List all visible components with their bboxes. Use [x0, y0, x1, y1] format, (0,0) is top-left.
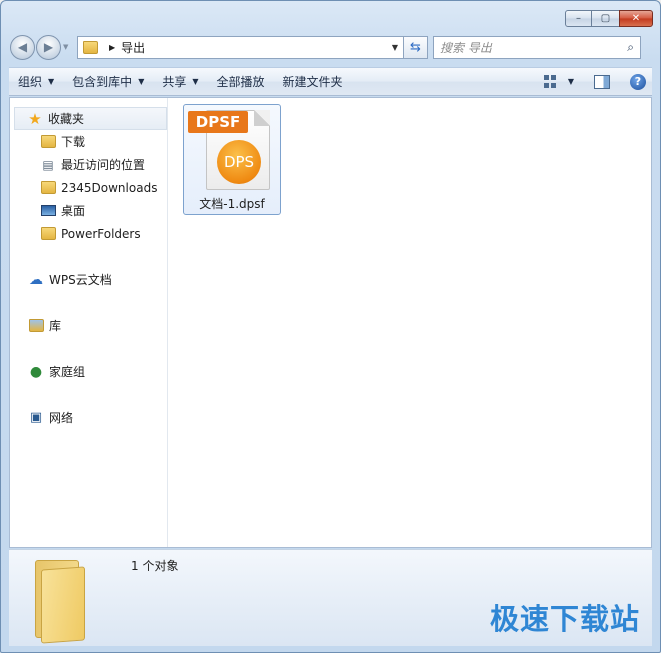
- sidebar-item-label: 2345Downloads: [61, 180, 158, 195]
- homegroup-icon: ●: [29, 363, 43, 380]
- item-count: 1 个对象: [131, 559, 179, 573]
- library-icon: [28, 318, 44, 334]
- help-icon[interactable]: ?: [630, 73, 646, 90]
- breadcrumb-current[interactable]: 导出: [121, 39, 145, 56]
- organize-label: 组织: [18, 75, 43, 89]
- minimize-button[interactable]: –: [565, 10, 592, 27]
- search-placeholder: 搜索 导出: [440, 40, 492, 55]
- sidebar-item-label: 网络: [49, 411, 74, 425]
- folder-icon: [40, 180, 56, 196]
- site-watermark: 极速下载站: [489, 602, 640, 636]
- dpsf-badge: DPSF: [188, 111, 248, 133]
- share-menu[interactable]: 共享 ▼: [153, 70, 207, 94]
- sidebar-item-label: 库: [49, 319, 62, 333]
- include-in-library-menu[interactable]: 包含到库中 ▼: [63, 70, 153, 94]
- view-options-dropdown[interactable]: ▼: [568, 77, 574, 86]
- chevron-down-icon: ▼: [48, 77, 55, 86]
- file-name[interactable]: 文档-1.dpsf: [184, 195, 280, 212]
- address-dropdown-icon[interactable]: ▼: [387, 43, 403, 52]
- maximize-button[interactable]: ▢: [592, 10, 619, 27]
- sidebar-item-favorites[interactable]: ★ 收藏夹: [14, 107, 167, 130]
- file-list[interactable]: DPSF DPS 文档-1.dpsf: [168, 98, 651, 547]
- sidebar-item-powerfolders[interactable]: PowerFolders: [10, 222, 167, 245]
- sidebar-item-wps-cloud[interactable]: ☁ WPS云文档: [10, 268, 167, 291]
- sidebar-item-libraries[interactable]: 库: [10, 314, 167, 337]
- caption-buttons: – ▢ ✕: [565, 10, 653, 27]
- explorer-window: – ▢ ✕ ◀ ▶ ▼ ▶ 导出 ▼ ⇆ 搜索 导出 ⌕ 组织 ▼ 包含到库中 ▼ …: [0, 0, 661, 653]
- share-label: 共享: [162, 75, 187, 89]
- chevron-down-icon: ▼: [192, 77, 199, 86]
- recent-pages-dropdown[interactable]: ▼: [63, 43, 73, 51]
- organize-menu[interactable]: 组织 ▼: [9, 70, 63, 94]
- file-item[interactable]: DPSF DPS 文档-1.dpsf: [183, 104, 281, 215]
- sidebar-item-2345downloads[interactable]: 2345Downloads: [10, 176, 167, 199]
- sidebar-item-desktop[interactable]: 桌面: [10, 199, 167, 222]
- navigation-bar: ◀ ▶ ▼ ▶ 导出 ▼ ⇆ 搜索 导出 ⌕: [10, 33, 651, 61]
- large-folder-icon: [31, 558, 87, 644]
- command-bar: 组织 ▼ 包含到库中 ▼ 共享 ▼ 全部播放 新建文件夹 ▼ ?: [9, 67, 652, 96]
- navigation-pane: ★ 收藏夹 下载 ▤ 最近访问的位置 2345Downloads 桌面 Powe…: [10, 98, 168, 547]
- new-folder-button[interactable]: 新建文件夹: [274, 70, 352, 94]
- sidebar-item-network[interactable]: ▣ 网络: [10, 406, 167, 429]
- include-in-library-label: 包含到库中: [72, 75, 133, 89]
- star-icon: ★: [28, 109, 42, 128]
- refresh-button[interactable]: ⇆: [404, 35, 428, 59]
- dps-logo-icon: DPS: [217, 140, 261, 184]
- desktop-icon: [40, 203, 56, 219]
- back-button[interactable]: ◀: [10, 34, 35, 60]
- chevron-down-icon: ▼: [138, 77, 145, 86]
- view-controls: ▼ ?: [543, 73, 652, 90]
- change-view-icon[interactable]: [543, 74, 562, 89]
- play-all-button[interactable]: 全部播放: [208, 70, 274, 94]
- cloud-icon: ☁: [29, 271, 43, 288]
- sidebar-item-downloads[interactable]: 下载: [10, 130, 167, 153]
- network-icon: ▣: [29, 410, 43, 425]
- sidebar-item-label: 桌面: [61, 204, 86, 218]
- downloads-folder-icon: [40, 134, 56, 150]
- preview-pane-icon[interactable]: [594, 74, 610, 89]
- sidebar-item-label: 家庭组: [49, 365, 86, 379]
- sidebar-item-label: 最近访问的位置: [61, 158, 146, 172]
- close-button[interactable]: ✕: [619, 10, 653, 27]
- forward-button[interactable]: ▶: [36, 34, 61, 60]
- sidebar-item-recent-places[interactable]: ▤ 最近访问的位置: [10, 153, 167, 176]
- sidebar-item-label: 下载: [61, 135, 86, 149]
- sidebar-item-label: PowerFolders: [61, 226, 141, 241]
- main-panes: ★ 收藏夹 下载 ▤ 最近访问的位置 2345Downloads 桌面 Powe…: [9, 97, 652, 548]
- address-bar[interactable]: ▶ 导出 ▼: [77, 35, 404, 59]
- sidebar-item-homegroup[interactable]: ● 家庭组: [10, 360, 167, 383]
- recent-places-icon: ▤: [42, 157, 54, 172]
- sidebar-item-label: 收藏夹: [48, 112, 85, 126]
- search-input[interactable]: 搜索 导出 ⌕: [433, 35, 641, 59]
- breadcrumb-separator-icon[interactable]: ▶: [109, 43, 115, 52]
- sidebar-item-label: WPS云文档: [49, 273, 112, 287]
- folder-icon: [82, 39, 98, 55]
- folder-icon: [40, 226, 56, 242]
- search-icon[interactable]: ⌕: [627, 40, 634, 55]
- details-pane: 1 个对象 极速下载站: [9, 549, 652, 646]
